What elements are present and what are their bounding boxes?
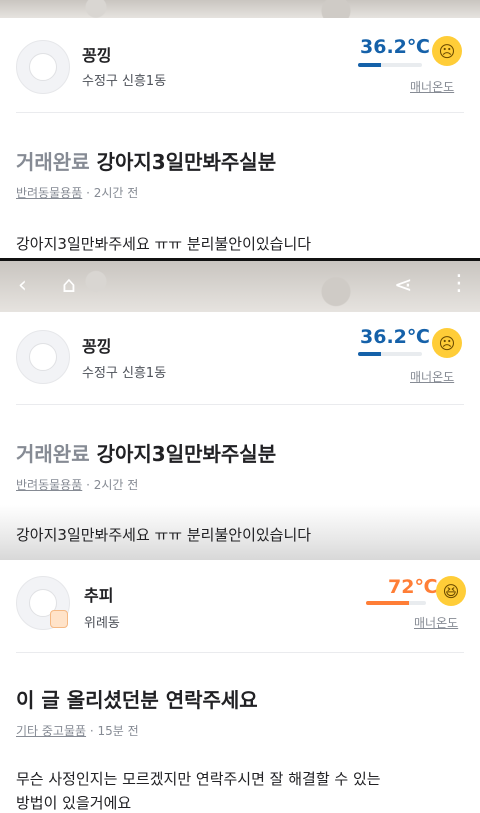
post-meta: 기타 중고물품 · 15분 전 [16, 722, 139, 739]
divider [16, 404, 464, 405]
post-title-text: 강아지3일만봐주실분 [96, 442, 277, 466]
avatar-face-icon [29, 343, 57, 371]
post-body: 강아지3일만봐주세요 ㅠㅠ 분리불안이있습니다 [16, 526, 312, 544]
trade-status: 거래완료 [16, 442, 90, 466]
post-time: · 2시간 전 [86, 478, 139, 492]
seller-location: 수정구 신흥1동 [82, 74, 167, 89]
avatar[interactable] [16, 40, 70, 94]
seller-name[interactable]: 꽁낑 [82, 333, 111, 357]
post-category[interactable]: 반려동물용품 [16, 186, 82, 200]
manner-temperature: 36.2℃ [360, 36, 430, 58]
divider [16, 652, 464, 653]
post-body-line-2: 방법이 있을거에요 [16, 794, 132, 812]
more-icon[interactable]: ⋮ [448, 271, 470, 296]
post-title: 이 글 올리셨던분 연락주세요 [16, 688, 258, 712]
post-time: · 15분 전 [89, 724, 139, 738]
post-meta: 반려동물용품 · 2시간 전 [16, 476, 138, 493]
post-category[interactable]: 기타 중고물품 [16, 724, 86, 738]
post-category[interactable]: 반려동물용품 [16, 478, 82, 492]
avatar-face-icon [29, 53, 57, 81]
manner-temperature: 72℃ [388, 576, 438, 598]
temperature-bar [358, 63, 422, 67]
sad-face-icon: ☹ [432, 328, 462, 358]
divider [16, 112, 464, 113]
post-title: 거래완료 강아지3일만봐주실분 [16, 438, 276, 467]
avatar[interactable] [16, 330, 70, 384]
back-icon[interactable]: ‹ [18, 273, 27, 298]
seller-location: 위례동 [84, 616, 120, 631]
image-header: ‹ ⌂ ⋖ ⋮ [0, 261, 480, 312]
manner-temperature-link[interactable]: 매너온도 [414, 614, 458, 631]
post-time: · 2시간 전 [86, 186, 139, 200]
top-image-strip [0, 0, 480, 18]
sad-face-icon: ☹ [432, 36, 462, 66]
post-body: 강아지3일만봐주세요 ㅠㅠ 분리불안이있습니다 [16, 235, 312, 253]
seller-name[interactable]: 꽁낑 [82, 42, 111, 66]
seller-name[interactable]: 추피 [84, 582, 113, 606]
post-body-line-1: 무슨 사정인지는 모르겠지만 연락주시면 잘 해결할 수 있는 [16, 770, 381, 788]
manner-temperature-link[interactable]: 매너온도 [410, 368, 454, 385]
share-icon[interactable]: ⋖ [394, 273, 412, 298]
temperature-bar [366, 601, 426, 605]
laughing-face-icon: 😆 [436, 576, 466, 606]
trade-status: 거래완료 [16, 150, 90, 174]
temperature-bar [358, 352, 422, 356]
post-title-text: 강아지3일만봐주실분 [96, 150, 277, 174]
seller-location: 수정구 신흥1동 [82, 366, 167, 381]
home-icon[interactable]: ⌂ [62, 273, 76, 298]
manner-temperature: 36.2℃ [360, 326, 430, 348]
manner-temperature-link[interactable]: 매너온도 [410, 78, 454, 95]
post-title: 거래완료 강아지3일만봐주실분 [16, 146, 276, 175]
neighborhood-badge-icon [50, 610, 68, 628]
post-meta: 반려동물용품 · 2시간 전 [16, 184, 138, 201]
